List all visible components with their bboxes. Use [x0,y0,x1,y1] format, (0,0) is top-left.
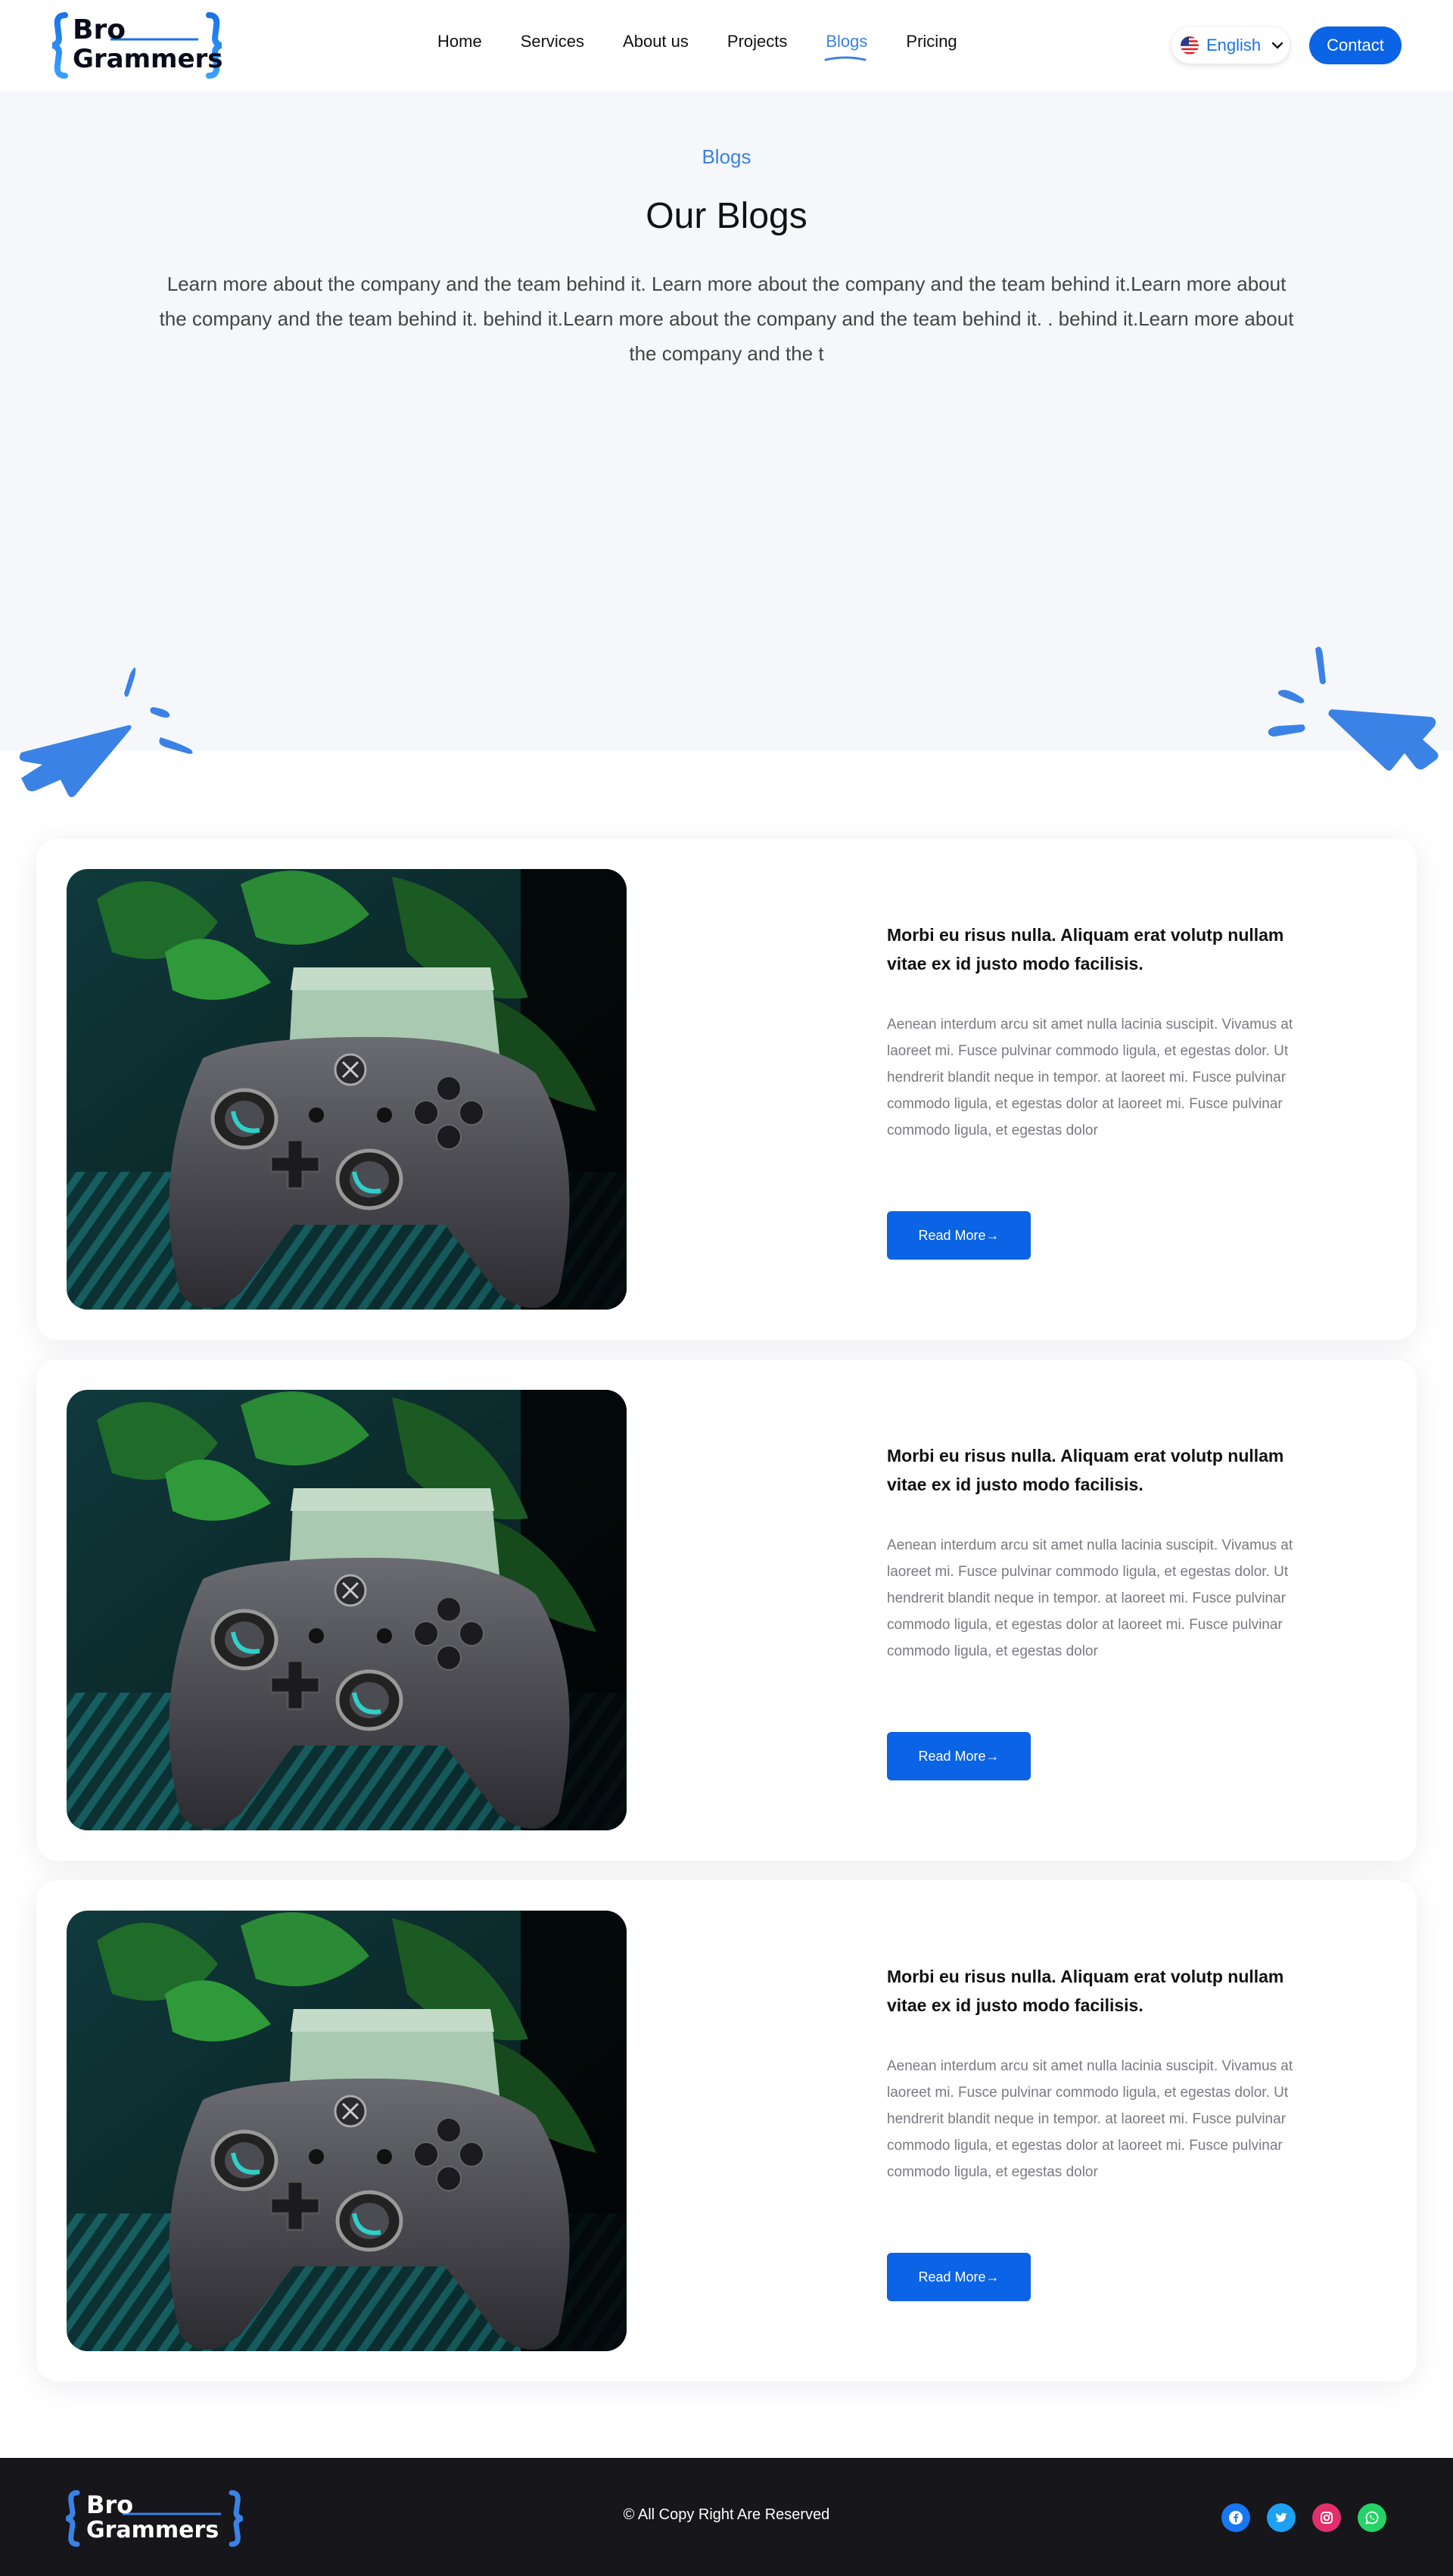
chevron-down-icon [1271,42,1283,49]
game-controller-photo-icon [67,869,627,1310]
language-selector[interactable]: English [1171,27,1290,64]
blog-excerpt: Aenean interdum arcu sit amet nulla laci… [887,1017,1293,1138]
game-controller-photo-icon [67,1390,627,1830]
nav-blogs[interactable]: Blogs [824,32,868,61]
blog-image[interactable] [67,1911,627,2351]
hero-section: Blogs Our Blogs Learn more about the com… [0,91,1453,751]
twitter-icon[interactable] [1267,2503,1296,2532]
game-controller-photo-icon [67,1911,627,2351]
hero-eyebrow: Blogs [702,145,751,168]
blog-card: Morbi eu risus nulla. Aliquam erat volut… [36,1360,1417,1861]
read-more-button[interactable]: Read More→ [887,2253,1031,2301]
instagram-icon[interactable] [1312,2503,1341,2532]
nav-pricing[interactable]: Pricing [906,32,957,51]
page-title: Our Blogs [646,196,807,236]
pointer-cursor-right-icon [1268,646,1439,771]
blog-excerpt: Aenean interdum arcu sit amet nulla laci… [887,1537,1293,1659]
whatsapp-icon[interactable] [1358,2503,1386,2532]
social-links [1221,2503,1386,2532]
nav-home[interactable]: Home [437,32,482,51]
pointer-cursor-left-icon [19,667,193,797]
contact-button[interactable]: Contact [1309,26,1402,64]
blog-image[interactable] [67,869,627,1310]
site-header: Bro Grammers Home Services About us Proj… [0,0,1453,91]
blog-title: Morbi eu risus nulla. Aliquam erat volut… [887,1446,1284,1494]
site-footer: Bro Grammers © All Copy Right Are Reserv… [0,2458,1453,2576]
facebook-icon[interactable] [1221,2503,1250,2532]
read-more-button[interactable]: Read More→ [887,1732,1031,1780]
nav-blogs-label: Blogs [826,32,868,51]
read-more-button[interactable]: Read More→ [887,1211,1031,1260]
blog-excerpt: Aenean interdum arcu sit amet nulla laci… [887,2058,1293,2180]
logo-line2: Grammers [73,44,223,74]
blog-title: Morbi eu risus nulla. Aliquam erat volut… [887,925,1284,973]
logo-line1: Bro [73,14,126,45]
brand-logo[interactable]: Bro Grammers [50,11,224,80]
nav-services[interactable]: Services [521,32,584,51]
blog-image[interactable] [67,1390,627,1830]
hero-description: Learn more about the company and the tea… [159,273,1294,365]
logo-text: Bro Grammers [73,14,223,75]
nav-projects[interactable]: Projects [727,32,787,51]
us-flag-icon [1181,36,1199,55]
language-label: English [1206,36,1262,55]
blog-card: Morbi eu risus nulla. Aliquam erat volut… [36,839,1417,1340]
blog-title: Morbi eu risus nulla. Aliquam erat volut… [887,1967,1284,2015]
nav-about-us[interactable]: About us [623,32,689,51]
active-underline-icon [824,56,867,61]
blog-card: Morbi eu risus nulla. Aliquam erat volut… [36,1880,1417,2381]
main-nav: Home Services About us Projects Blogs Pr… [437,32,996,61]
